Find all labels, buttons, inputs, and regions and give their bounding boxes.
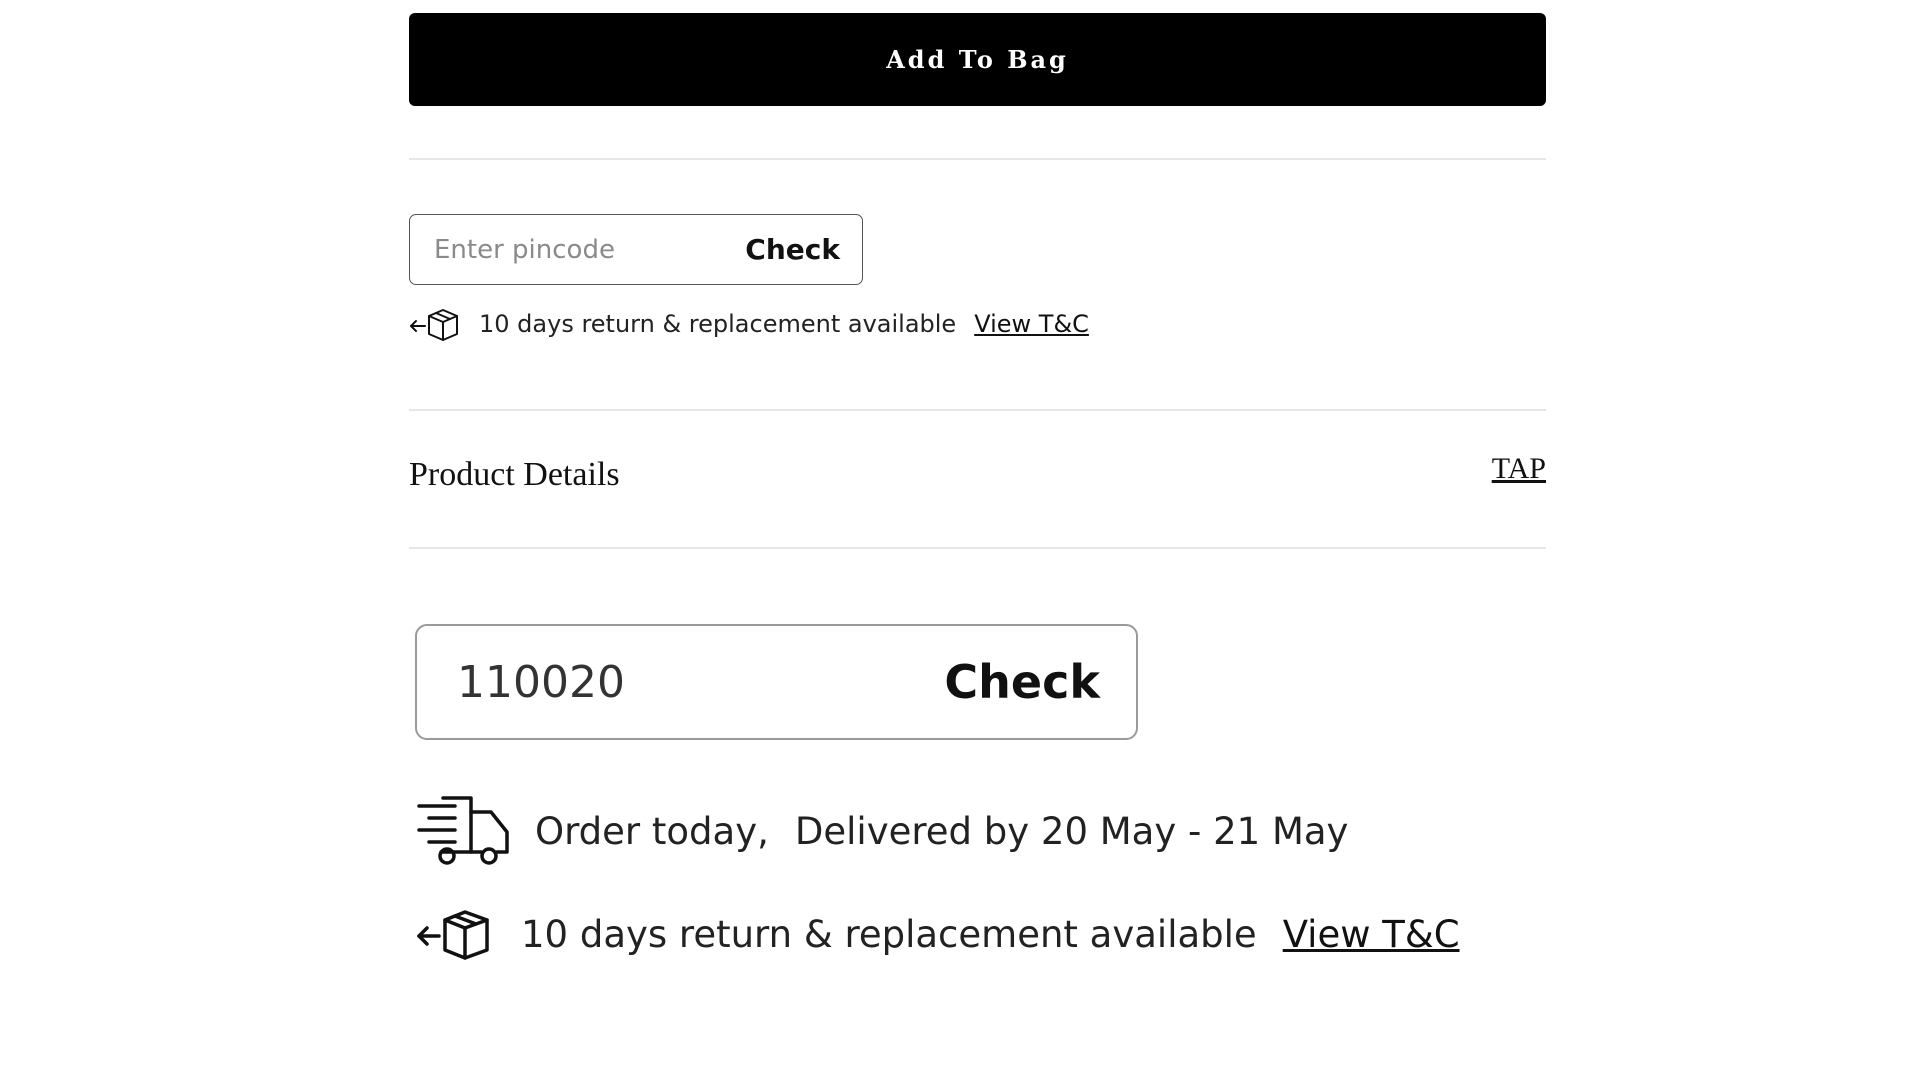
add-to-bag-button[interactable]: Add To Bag xyxy=(409,13,1546,106)
divider xyxy=(409,158,1546,160)
delivery-prefix: Order today, xyxy=(535,809,769,853)
delivery-estimate-row: Order today, Delivered by 20 May - 21 Ma… xyxy=(415,796,1348,866)
return-policy-text: 10 days return & replacement available xyxy=(521,912,1257,956)
divider xyxy=(409,547,1546,549)
check-pincode-button[interactable]: Check xyxy=(745,233,840,266)
return-box-icon xyxy=(409,304,461,344)
check-pincode-button[interactable]: Check xyxy=(944,655,1100,709)
delivery-date-text: Delivered by 20 May - 21 May xyxy=(794,809,1349,853)
divider xyxy=(409,409,1546,411)
return-policy-row-large: 10 days return & replacement available V… xyxy=(415,904,1460,964)
product-details-toggle[interactable]: TAP xyxy=(1492,452,1546,486)
pincode-input[interactable] xyxy=(434,234,714,265)
return-box-icon xyxy=(415,906,493,962)
pincode-checker-large: Check xyxy=(415,624,1138,740)
pincode-input-filled[interactable] xyxy=(457,656,877,708)
view-tc-link[interactable]: View T&C xyxy=(974,310,1089,338)
return-policy-text: 10 days return & replacement available xyxy=(479,310,957,338)
return-policy-row: 10 days return & replacement available V… xyxy=(409,304,1089,344)
pincode-checker-small: Check xyxy=(409,214,863,285)
product-details-title: Product Details xyxy=(409,456,620,493)
view-tc-link[interactable]: View T&C xyxy=(1283,913,1460,956)
delivery-truck-icon xyxy=(415,796,511,866)
